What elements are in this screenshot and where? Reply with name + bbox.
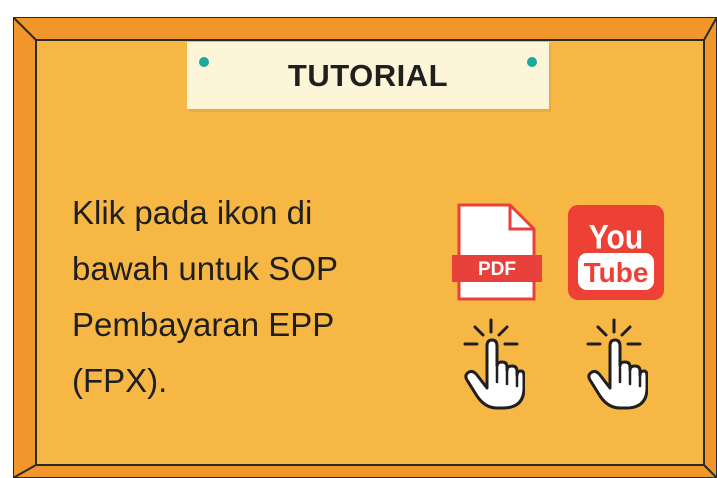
youtube-label-top: You [589,218,643,256]
youtube-label-bottom: Tube [584,257,649,288]
pdf-label: PDF [478,259,516,280]
tutorial-title: TUTORIAL [287,58,449,93]
instruction-text: Klik pada ikon di bawah untuk SOP Pembay… [72,185,432,409]
instruction-line-2: bawah untuk SOP [72,250,338,287]
youtube-icon[interactable]: You Tube [568,205,664,300]
instruction-line-1: Klik pada ikon di [72,194,313,231]
tutorial-board-graphic: TUTORIAL Klik pada ikon di bawah untuk S… [0,0,717,478]
instruction-line-3: Pembayaran EPP [72,306,335,343]
hand-pointer-icon-youtube [584,318,649,410]
title-note: TUTORIAL [187,42,549,109]
instruction-line-4: (FPX). [72,362,168,399]
hand-pointer-icon-pdf [461,318,526,410]
pdf-icon[interactable]: PDF [452,203,542,301]
